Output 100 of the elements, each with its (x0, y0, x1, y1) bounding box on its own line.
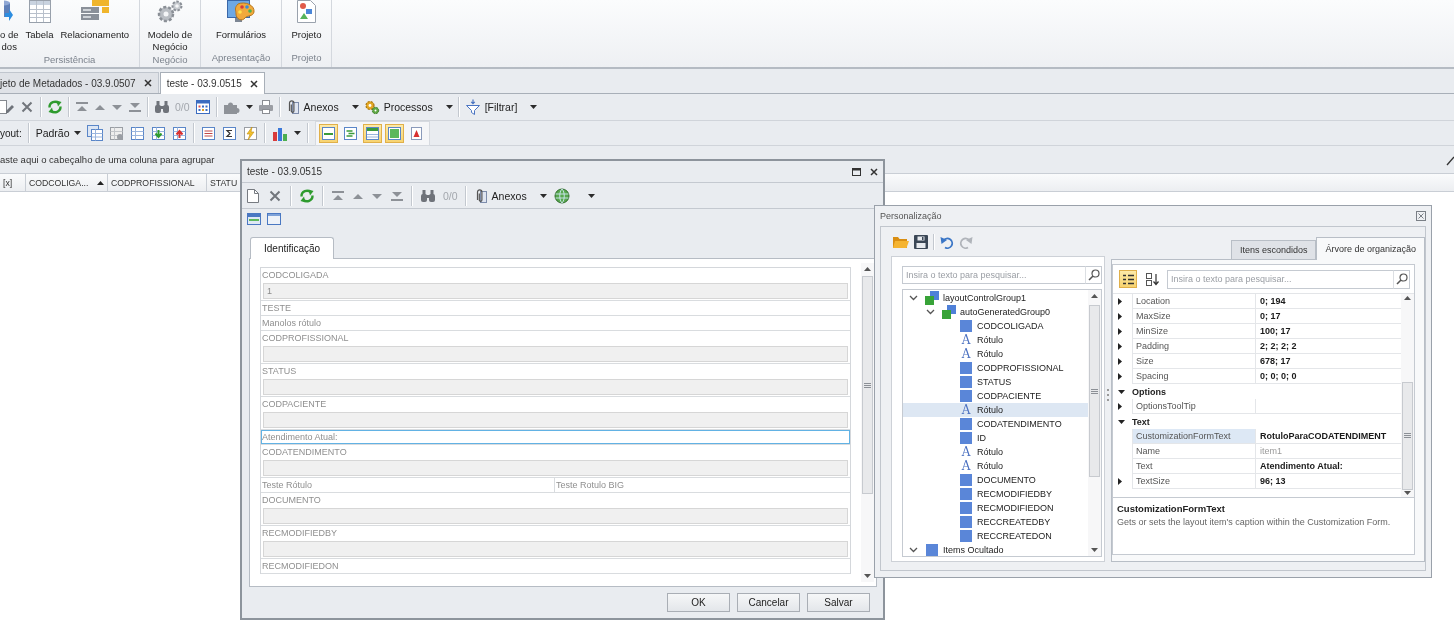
layout-item[interactable]: STATUS (261, 364, 850, 397)
new-document-icon[interactable] (246, 187, 260, 204)
palette-monitor-icon[interactable] (226, 0, 256, 24)
bar-chart-icon[interactable] (271, 125, 288, 141)
property-category[interactable]: Text (1113, 414, 1401, 429)
menu-button[interactable]: Processos (363, 99, 453, 115)
column-header[interactable]: CODCOLIGA... (26, 174, 108, 191)
close-icon[interactable] (870, 167, 878, 176)
property-value[interactable]: 0; 194 (1260, 296, 1286, 306)
input-field[interactable] (263, 541, 848, 557)
input-field[interactable] (263, 412, 848, 428)
grid-icon[interactable] (108, 125, 124, 141)
tree-item[interactable]: A Rótulo (903, 347, 1088, 361)
maximize-icon[interactable] (852, 167, 861, 176)
document-tab[interactable]: teste - 03.9.0515 (159, 72, 265, 94)
tree-item[interactable]: autoGeneratedGroup0 (903, 305, 1088, 319)
toggle-button[interactable] (384, 123, 404, 143)
ribbon-button[interactable]: Tabela (25, 0, 54, 53)
tree-item[interactable]: A Rótulo (903, 459, 1088, 473)
property-value[interactable]: 2; 2; 2; 2 (1260, 341, 1297, 351)
tree-item[interactable]: CODATENDIMENTO (903, 417, 1088, 431)
tree-item[interactable]: A Rótulo (903, 445, 1088, 459)
caret-icon[interactable] (293, 131, 301, 135)
property-name[interactable]: Spacing (1132, 369, 1256, 384)
scroll-thumb[interactable] (1402, 381, 1413, 490)
close-icon[interactable] (143, 79, 152, 87)
tab[interactable]: Árvore de organização (1316, 237, 1425, 260)
expanded-caret-icon[interactable] (925, 309, 935, 315)
tree-item[interactable]: RECMODIFIEDBY (903, 487, 1088, 501)
edit-icon[interactable] (0, 99, 14, 115)
search-button[interactable] (1085, 266, 1102, 284)
sigma-icon[interactable] (221, 125, 237, 141)
tree-item[interactable]: RECCREATEDON (903, 529, 1088, 543)
tree-item[interactable]: ID (903, 431, 1088, 445)
ribbon-button[interactable]: Relacionamento (60, 0, 130, 53)
expand-arrow-icon[interactable] (1118, 373, 1122, 380)
tab[interactable]: Itens escondidos (1230, 240, 1317, 259)
tree-item[interactable]: A Rótulo (903, 333, 1088, 347)
undo-icon[interactable] (940, 234, 954, 249)
menu-button[interactable]: [Filtrar] (464, 99, 538, 115)
close-icon[interactable] (249, 79, 258, 88)
expanded-caret-icon[interactable] (908, 547, 918, 553)
collapse-arrow-icon[interactable] (1118, 389, 1125, 394)
property-value[interactable]: 96; 13 (1260, 476, 1286, 486)
input-field[interactable] (263, 460, 848, 476)
document-tab[interactable]: jeto de Metadados - 03.9.0507 (0, 72, 159, 93)
form-label[interactable]: TESTE (261, 301, 850, 316)
stacked-grid-icon[interactable] (86, 125, 103, 141)
property-category[interactable]: Options (1113, 384, 1401, 399)
search-field[interactable]: Insira o texto para pesquisar... (1167, 269, 1393, 289)
scroll-thumb[interactable] (862, 276, 873, 494)
column-header[interactable]: CODPROFISSIONAL (108, 174, 207, 191)
input-field[interactable] (263, 346, 848, 362)
window-icon[interactable] (267, 212, 281, 225)
tree-item[interactable]: STATUS (903, 375, 1088, 389)
toggle-button[interactable] (362, 123, 382, 143)
expand-arrow-icon[interactable] (1118, 343, 1122, 350)
property-value[interactable]: RotuloParaCODATENDIMENT (1260, 431, 1387, 441)
table-icon[interactable] (26, 0, 53, 24)
property-name[interactable]: Name (1132, 444, 1256, 459)
view-toggle-button[interactable] (1119, 270, 1137, 288)
calendar-grid-icon[interactable] (194, 99, 211, 115)
tree-item[interactable]: layoutControlGroup1 (903, 291, 1088, 305)
expand-arrow-icon[interactable] (1118, 328, 1122, 335)
view-toggle-button[interactable] (1143, 270, 1161, 288)
property-name[interactable]: MaxSize (1132, 309, 1256, 324)
table-icon[interactable] (129, 125, 145, 141)
dialog-button[interactable]: OK (667, 593, 730, 612)
scroll-down-icon[interactable] (864, 574, 871, 578)
first-record-icon[interactable] (331, 188, 345, 203)
collapse-arrow-icon[interactable] (1118, 419, 1125, 424)
expand-arrow-icon[interactable] (1118, 478, 1122, 485)
property-value[interactable]: 678; 17 (1260, 356, 1291, 366)
refresh-icon[interactable] (299, 187, 315, 204)
property-value[interactable]: 0; 0; 0; 0 (1260, 371, 1297, 381)
ribbon-button[interactable]: o de dos (0, 0, 19, 53)
input-field[interactable] (263, 508, 848, 524)
tree-item[interactable]: RECMODIFIEDON (903, 501, 1088, 515)
gears-icon[interactable] (156, 0, 184, 24)
tab[interactable]: Identificação (250, 237, 335, 259)
save-icon[interactable] (914, 234, 928, 249)
scroll-down-icon[interactable] (1091, 548, 1098, 552)
scrollbar[interactable] (1401, 294, 1414, 497)
refresh-icon[interactable] (47, 99, 63, 115)
scroll-up-icon[interactable] (1091, 294, 1098, 298)
binoculars-icon[interactable] (154, 100, 170, 114)
open-folder-icon[interactable] (893, 234, 909, 249)
form-label[interactable]: Teste Rotulo BIG (555, 478, 850, 492)
form-label[interactable]: Manolos rótulo (261, 316, 850, 331)
layout-item[interactable]: CODCOLIGADA 1 (261, 268, 850, 301)
property-name[interactable]: Text (1132, 459, 1256, 474)
dialog-button[interactable]: Salvar (807, 593, 870, 612)
property-name[interactable]: Padding (1132, 339, 1256, 354)
property-name[interactable]: Size (1132, 354, 1256, 369)
ribbon-button[interactable]: Projeto (291, 0, 322, 51)
scroll-up-icon[interactable] (864, 267, 871, 271)
delete-icon[interactable] (19, 99, 35, 115)
expand-arrow-icon[interactable] (1118, 298, 1122, 305)
binoculars-icon[interactable] (420, 188, 436, 203)
property-name[interactable]: MinSize (1132, 324, 1256, 339)
